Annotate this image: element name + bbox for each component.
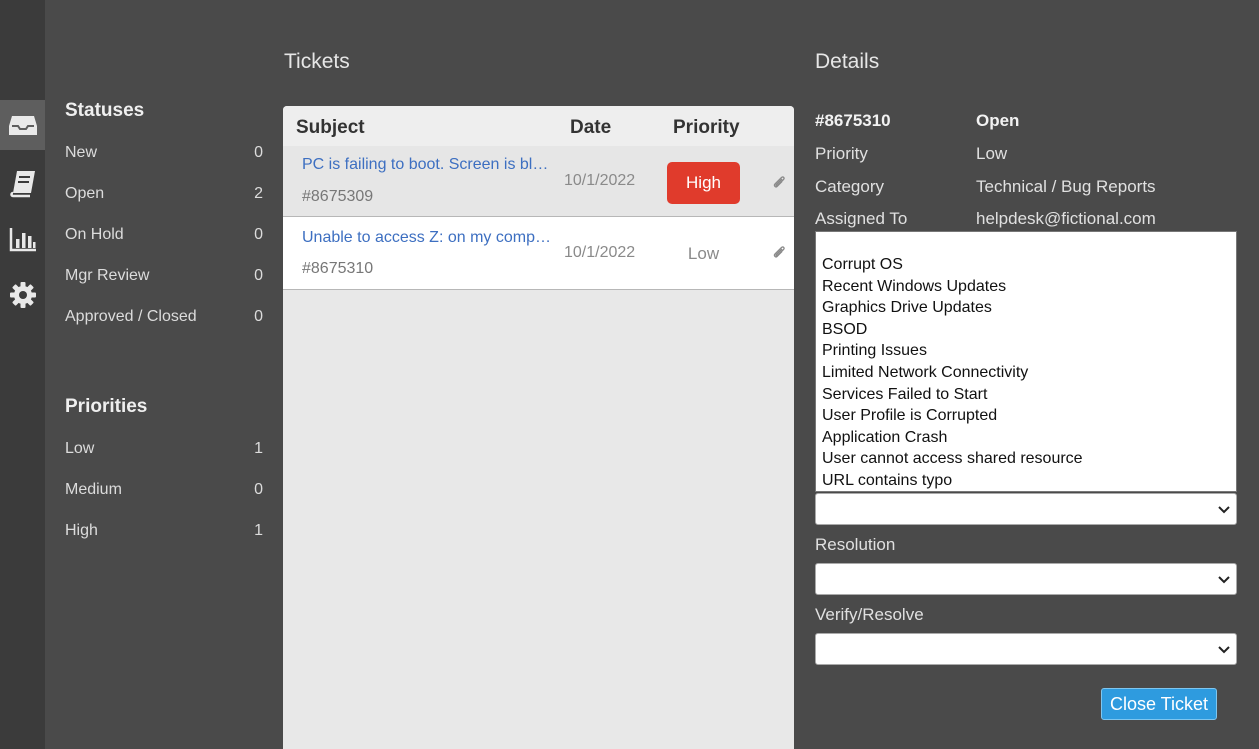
paperclip-icon[interactable] bbox=[772, 244, 786, 260]
detail-assigned-label: Assigned To bbox=[815, 209, 908, 228]
resolution-label: Resolution bbox=[815, 535, 896, 554]
filter-label: High bbox=[65, 522, 98, 539]
filter-label: Open bbox=[65, 185, 105, 202]
tickets-title: Tickets bbox=[284, 50, 350, 73]
status-filter-open[interactable]: Open 2 bbox=[65, 182, 263, 206]
verify-resolve-select[interactable] bbox=[815, 633, 1237, 665]
ticket-date: 10/1/2022 bbox=[564, 244, 636, 261]
filter-label: New bbox=[65, 144, 98, 161]
detail-ticket-id: #8675310 bbox=[815, 111, 891, 130]
tickets-table-header: Subject Date Priority bbox=[283, 106, 794, 146]
issue-option[interactable]: URL contains typo bbox=[822, 470, 1236, 492]
issue-select[interactable] bbox=[815, 493, 1237, 525]
issue-options-listbox[interactable]: Corrupt OS Recent Windows Updates Graphi… bbox=[815, 231, 1237, 492]
filter-count: 1 bbox=[254, 440, 263, 457]
filter-label: Approved / Closed bbox=[65, 308, 197, 325]
ticket-subject-link[interactable]: PC is failing to boot. Screen is black bbox=[302, 156, 552, 174]
bar-chart-icon bbox=[9, 228, 36, 252]
detail-priority-label: Priority bbox=[815, 144, 868, 163]
column-priority[interactable]: Priority bbox=[673, 117, 740, 139]
icon-rail bbox=[0, 0, 45, 749]
issue-option[interactable]: User cannot access shared resource bbox=[822, 448, 1236, 470]
filter-label: Medium bbox=[65, 481, 122, 498]
filter-label: On Hold bbox=[65, 226, 124, 243]
issue-option[interactable]: Application Crash bbox=[822, 427, 1236, 449]
ticket-id: #8675309 bbox=[302, 188, 374, 205]
detail-category-label: Category bbox=[815, 177, 884, 196]
ticket-id: #8675310 bbox=[302, 260, 374, 277]
issue-option[interactable]: Limited Network Connectivity bbox=[822, 362, 1236, 384]
ticket-subject-link[interactable]: Unable to access Z: on my computer bbox=[302, 229, 552, 247]
inbox-icon bbox=[8, 116, 37, 135]
resolution-select[interactable] bbox=[815, 563, 1237, 595]
status-filter-mgr-review[interactable]: Mgr Review 0 bbox=[65, 264, 263, 288]
book-icon bbox=[9, 171, 35, 198]
issue-option[interactable]: Recent Windows Updates bbox=[822, 276, 1236, 298]
verify-resolve-label: Verify/Resolve bbox=[815, 605, 924, 624]
issue-option[interactable]: User Profile is Corrupted bbox=[822, 405, 1236, 427]
gear-icon bbox=[9, 282, 36, 308]
statuses-title: Statuses bbox=[65, 100, 145, 121]
column-subject[interactable]: Subject bbox=[296, 117, 365, 139]
settings-nav-button[interactable] bbox=[0, 270, 45, 320]
chevron-down-icon bbox=[1218, 646, 1230, 654]
priority-badge: Low bbox=[687, 244, 720, 263]
ticket-date: 10/1/2022 bbox=[564, 172, 636, 189]
paperclip-icon[interactable] bbox=[772, 174, 786, 190]
ticket-row[interactable]: Unable to access Z: on my computer #8675… bbox=[283, 217, 794, 290]
issue-option[interactable]: Graphics Drive Updates bbox=[822, 297, 1236, 319]
priority-badge: High bbox=[667, 162, 740, 204]
knowledge-base-nav-button[interactable] bbox=[0, 158, 45, 208]
ticket-row[interactable]: PC is failing to boot. Screen is black #… bbox=[283, 146, 794, 217]
issue-option[interactable]: Corrupt OS bbox=[822, 254, 1236, 276]
filter-label: Low bbox=[65, 440, 95, 457]
priority-filter-medium[interactable]: Medium 0 bbox=[65, 478, 263, 502]
status-filter-approved-closed[interactable]: Approved / Closed 0 bbox=[65, 305, 263, 329]
close-ticket-button[interactable]: Close Ticket bbox=[1101, 688, 1217, 720]
filter-label: Mgr Review bbox=[65, 267, 150, 284]
filter-count: 0 bbox=[254, 481, 263, 498]
reports-nav-button[interactable] bbox=[0, 214, 45, 264]
detail-status: Open bbox=[976, 111, 1020, 130]
filter-count: 2 bbox=[254, 185, 263, 202]
detail-category-value: Technical / Bug Reports bbox=[976, 177, 1156, 196]
filter-count: 0 bbox=[254, 308, 263, 325]
priority-filter-low[interactable]: Low 1 bbox=[65, 437, 263, 461]
filter-count: 0 bbox=[254, 226, 263, 243]
filter-count: 0 bbox=[254, 144, 263, 161]
status-filter-on-hold[interactable]: On Hold 0 bbox=[65, 223, 263, 247]
details-title: Details bbox=[815, 50, 880, 73]
inbox-nav-button[interactable] bbox=[0, 100, 45, 150]
issue-option[interactable]: Printing Issues bbox=[822, 340, 1236, 362]
priority-filter-high[interactable]: High 1 bbox=[65, 519, 263, 543]
filter-count: 1 bbox=[254, 522, 263, 539]
column-date[interactable]: Date bbox=[570, 117, 611, 139]
priorities-title: Priorities bbox=[65, 396, 148, 417]
filter-count: 0 bbox=[254, 267, 263, 284]
chevron-down-icon bbox=[1218, 506, 1230, 514]
issue-option[interactable]: BSOD bbox=[822, 319, 1236, 341]
tickets-list: Subject Date Priority PC is failing to b… bbox=[283, 106, 794, 749]
issue-option[interactable]: Services Failed to Start bbox=[822, 384, 1236, 406]
detail-assigned-value: helpdesk@fictional.com bbox=[976, 209, 1156, 228]
chevron-down-icon bbox=[1218, 576, 1230, 584]
detail-priority-value: Low bbox=[976, 144, 1008, 163]
status-filter-new[interactable]: New 0 bbox=[65, 141, 263, 165]
